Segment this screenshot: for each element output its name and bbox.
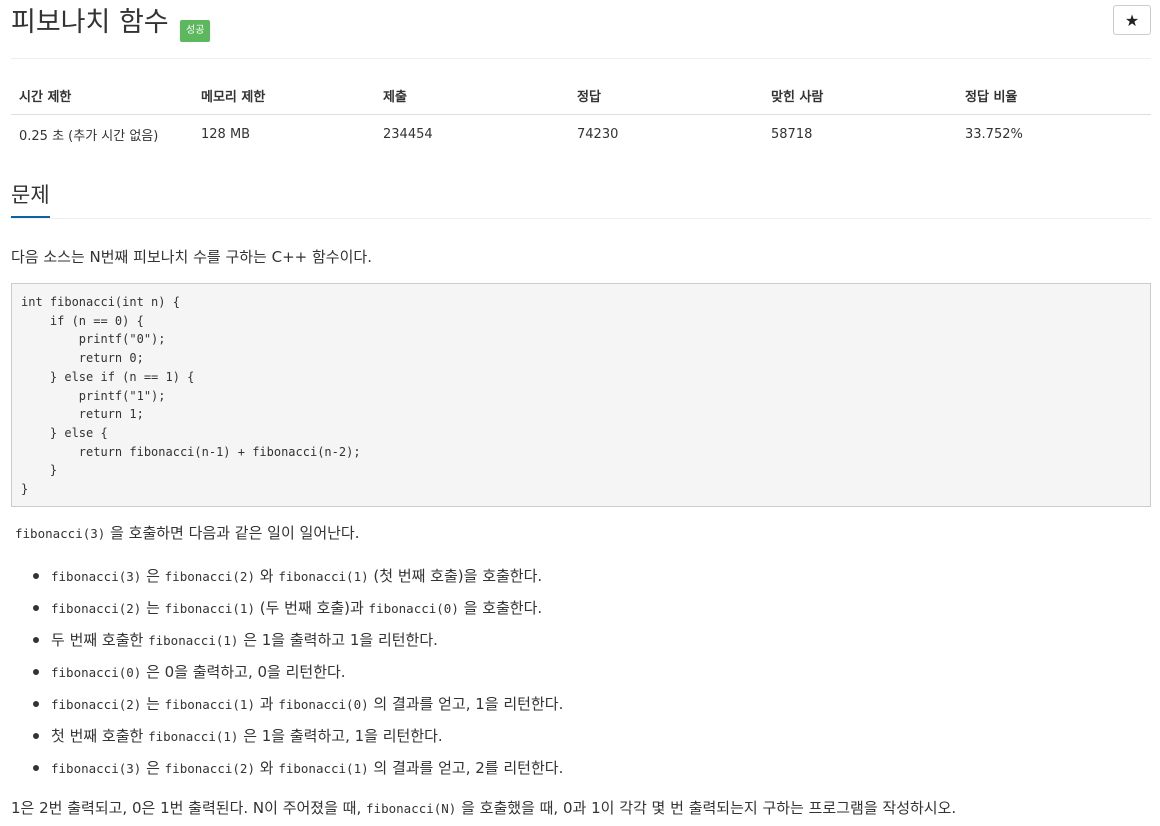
list-item-text: 은 — [141, 759, 165, 777]
submissions-value: 234454 — [383, 127, 433, 142]
inline-code: fibonacci(1) — [164, 697, 255, 712]
closing-paragraph: 1은 2번 출력되고, 0은 1번 출력된다. N이 주어졌을 때, fibon… — [11, 797, 956, 820]
list-item-text: 은 0을 출력하고, 0을 리턴한다. — [141, 663, 346, 681]
status-badge: 성공 — [180, 20, 211, 42]
closing-text-before: 1은 2번 출력되고, 0은 1번 출력된다. N이 주어졌을 때, — [11, 799, 367, 817]
section-header: 문제 — [11, 180, 1151, 219]
list-item-text: 는 — [141, 695, 165, 713]
table-header-row: 시간 제한 메모리 제한 제출 정답 맞힌 사람 정답 비율 — [11, 78, 1151, 115]
table-row: 0.25 초 (추가 시간 없음) 128 MB 234454 74230 58… — [11, 115, 1151, 153]
inline-code: fibonacci(2) — [164, 761, 255, 776]
list-item-text: 은 1을 출력하고 1을 리턴한다. — [238, 631, 438, 649]
intro-text: 을 호출하면 다음과 같은 일이 일어난다. — [105, 524, 360, 542]
inline-code: fibonacci(3) — [15, 526, 106, 541]
inline-code: fibonacci(0) — [368, 601, 459, 616]
list-item-text: 첫 번째 호출한 — [51, 727, 149, 745]
inline-code: fibonacci(1) — [148, 633, 239, 648]
list-item: 두 번째 호출한 fibonacci(1) 은 1을 출력하고 1을 리턴한다. — [11, 624, 1151, 656]
header-solved-users: 맞힌 사람 — [763, 78, 957, 115]
header-time-limit: 시간 제한 — [11, 78, 193, 115]
list-item-text: (두 번째 호출)과 — [254, 599, 369, 617]
inline-code: fibonacci(N) — [366, 801, 457, 816]
list-item-text: 은 1을 출력하고, 1을 리턴한다. — [238, 727, 443, 745]
inline-code: fibonacci(2) — [164, 569, 255, 584]
inline-code: fibonacci(1) — [278, 761, 369, 776]
list-item: fibonacci(2) 는 fibonacci(1) (두 번째 호출)과 f… — [11, 592, 1151, 624]
header-submissions: 제출 — [375, 78, 569, 115]
inline-code: fibonacci(0) — [278, 697, 369, 712]
list-item-text: 의 결과를 얻고, 1을 리턴한다. — [368, 695, 564, 713]
accepted-value: 74230 — [577, 127, 619, 142]
star-button[interactable]: ★ — [1113, 5, 1151, 35]
list-item-text: (첫 번째 호출)을 호출한다. — [368, 567, 543, 585]
list-item: fibonacci(0) 은 0을 출력하고, 0을 리턴한다. — [11, 656, 1151, 688]
list-item-text: 을 호출한다. — [458, 599, 543, 617]
inline-code: fibonacci(3) — [51, 569, 142, 584]
time-limit-value: 0.25 초 (추가 시간 없음) — [19, 129, 159, 144]
list-item-text: 와 — [254, 567, 279, 585]
list-item: 첫 번째 호출한 fibonacci(1) 은 1을 출력하고, 1을 리턴한다… — [11, 720, 1151, 752]
section-title: 문제 — [11, 180, 50, 218]
header-accept-ratio: 정답 비율 — [957, 78, 1151, 115]
list-item-text: 두 번째 호출한 — [51, 631, 149, 649]
memory-limit-value: 128 MB — [201, 127, 251, 142]
code-block: int fibonacci(int n) { if (n == 0) { pri… — [11, 283, 1151, 507]
list-item-text: 은 — [141, 567, 165, 585]
list-item-text: 는 — [141, 599, 165, 617]
list-item-text: 의 결과를 얻고, 2를 리턴한다. — [368, 759, 564, 777]
header-memory-limit: 메모리 제한 — [193, 78, 375, 115]
inline-code: fibonacci(1) — [278, 569, 369, 584]
problem-info-table: 시간 제한 메모리 제한 제출 정답 맞힌 사람 정답 비율 0.25 초 (추… — [11, 78, 1151, 152]
inline-code: fibonacci(1) — [148, 729, 239, 744]
problem-description: 다음 소스는 N번째 피보나치 수를 구하는 C++ 함수이다. — [11, 248, 372, 266]
list-item-text: 와 — [254, 759, 279, 777]
closing-text-after: 을 호출했을 때, 0과 1이 각각 몇 번 출력되는지 구하는 프로그램을 작… — [456, 799, 957, 817]
inline-code: fibonacci(2) — [51, 697, 142, 712]
inline-code: fibonacci(1) — [164, 601, 255, 616]
list-item: fibonacci(3) 은 fibonacci(2) 와 fibonacci(… — [11, 752, 1151, 784]
intro-paragraph: fibonacci(3) 을 호출하면 다음과 같은 일이 일어난다. — [15, 522, 360, 545]
title-row: 피보나치 함수 성공 ★ — [11, 5, 1151, 45]
list-item-text: 과 — [254, 695, 279, 713]
inline-code: fibonacci(3) — [51, 761, 142, 776]
inline-code: fibonacci(2) — [51, 601, 142, 616]
list-item: fibonacci(3) 은 fibonacci(2) 와 fibonacci(… — [11, 560, 1151, 592]
solved-users-value: 58718 — [771, 127, 813, 142]
divider — [11, 58, 1151, 59]
call-steps-list: fibonacci(3) 은 fibonacci(2) 와 fibonacci(… — [11, 560, 1151, 784]
inline-code: fibonacci(0) — [51, 665, 142, 680]
page-title: 피보나치 함수 — [11, 7, 169, 38]
list-item: fibonacci(2) 는 fibonacci(1) 과 fibonacci(… — [11, 688, 1151, 720]
accept-ratio-value: 33.752% — [965, 127, 1023, 142]
header-accepted: 정답 — [569, 78, 763, 115]
